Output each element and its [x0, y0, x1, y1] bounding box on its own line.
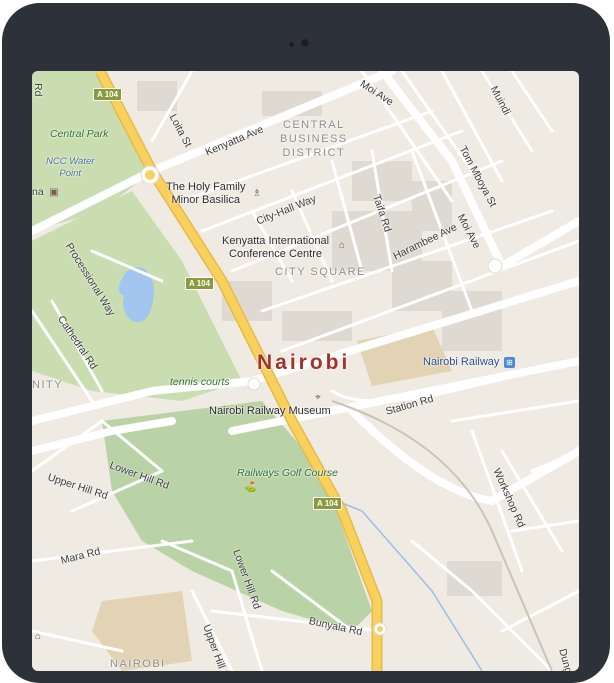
train-station-icon[interactable]: ⊞: [504, 357, 515, 368]
kicc-label[interactable]: Kenyatta International Conference Centre: [222, 235, 329, 261]
roundabout: [487, 258, 503, 274]
nairobi-railway-label[interactable]: Nairobi Railway: [423, 356, 499, 369]
unity-label: NITY: [32, 379, 64, 391]
front-sensor: [289, 42, 294, 47]
road-shield: A 104: [93, 88, 123, 101]
building-icon: ▣: [49, 187, 59, 198]
landmark-icon[interactable]: ⌂: [336, 240, 348, 252]
na-label: na: [32, 186, 44, 198]
ncc-water-point-line-2: Point: [59, 168, 82, 179]
golf-course-label[interactable]: Railways Golf Course: [237, 467, 338, 479]
cbd-line-2: BUSINESS: [280, 133, 348, 145]
road-shield: A 104: [185, 277, 215, 290]
golf-icon[interactable]: ⛳: [244, 482, 256, 494]
ncc-water-point-label: NCC Water Point: [46, 156, 94, 180]
city-square-label: CITY SQUARE: [275, 266, 366, 278]
cbd-line-3: DISTRICT: [282, 147, 346, 159]
road-shield: A 104: [313, 497, 343, 510]
map-view[interactable]: A 104 A 104 A 104 Central Park NCC Water…: [32, 71, 579, 671]
city-label[interactable]: Nairobi: [257, 351, 350, 375]
holy-family-line-2: Minor Basilica: [171, 194, 240, 206]
holy-family-line-1: The Holy Family: [166, 181, 246, 193]
cbd-line-1: CENTRAL: [282, 119, 345, 131]
kicc-line-2: Conference Centre: [229, 248, 322, 260]
kicc-line-1: Kenyatta International: [222, 235, 330, 247]
church-icon[interactable]: ♗: [251, 188, 263, 200]
holy-family-label[interactable]: The Holy Family Minor Basilica: [166, 181, 245, 207]
left-road-label: Rd: [32, 83, 44, 97]
central-park-label: Central Park: [50, 128, 109, 140]
building-icon: ⌂: [34, 631, 42, 642]
ncc-water-point-line-1: NCC Water: [46, 156, 95, 167]
front-camera: [300, 38, 310, 48]
railway-museum-label[interactable]: Nairobi Railway Museum: [209, 405, 331, 418]
tennis-courts-label: tennis courts: [170, 376, 230, 388]
cbd-label: CENTRAL BUSINESS DISTRICT: [280, 118, 348, 160]
roundabout: [247, 377, 261, 391]
museum-icon[interactable]: ⌖: [312, 392, 324, 404]
